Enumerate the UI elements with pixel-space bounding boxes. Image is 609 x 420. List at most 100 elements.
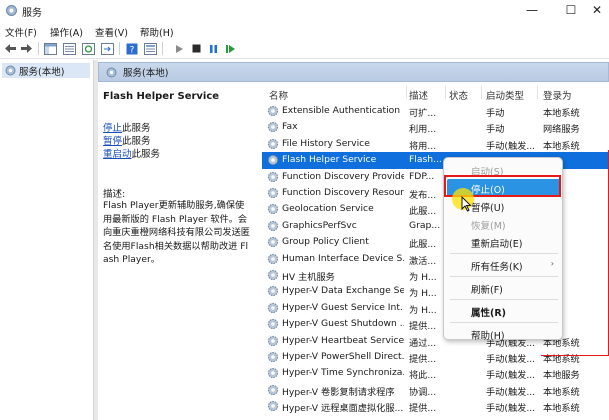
column-divider[interactable] [481,86,482,99]
close-button[interactable]: ✕ [583,0,609,22]
service-name: Function Discovery Provide... [282,170,404,182]
export-list-icon[interactable] [100,41,115,56]
properties-icon[interactable] [143,41,158,56]
tree-item-label: 服务(本地) [19,66,65,78]
service-gear-icon [267,122,279,133]
console-tree-icon[interactable] [43,41,58,56]
column-divider[interactable] [406,86,407,99]
service-gear-icon [267,138,279,149]
restart-service-link[interactable]: 重启动此服务 [103,146,160,160]
service-gear-icon [267,351,279,363]
service-description-short: 将此... [409,370,437,382]
context-menu-item[interactable]: 所有任务(K) › [444,256,564,274]
context-menu-item-label: 属性(R) [471,308,506,319]
service-name: Function Discovery Resour... [282,187,404,198]
table-row[interactable]: Hyper-V 远程桌面虚拟化服... 提供... 手动(触发... 本地系统 [262,398,609,414]
service-gear-icon [267,105,279,117]
minimize-button[interactable]: — [518,0,546,22]
context-menu-separator [450,299,558,300]
service-logon-as: 本地系统 [543,108,580,119]
back-icon[interactable] [3,41,18,56]
table-row[interactable]: Hyper-V PowerShell Direct... 提供... 手动(触发..… [262,349,609,365]
service-startup-type: 手动(触发... [486,140,536,152]
service-logon-as: 本地系统 [543,386,580,398]
service-gear-icon [267,237,279,248]
service-name: Geolocation Service [282,203,374,215]
service-description-short: 发布... [409,190,437,201]
context-menu-item-label: 所有任务(K) [471,262,523,273]
toolbar-divider [162,42,163,55]
service-name: Hyper-V 卷影复制请求程序 [282,386,395,398]
column-header-name[interactable]: 名称 [269,88,288,102]
service-description-short: 为 H... [409,272,437,283]
column-header-startup-type[interactable]: 启动类型 [486,88,524,102]
service-startup-type: 手动 [486,108,505,119]
service-gear-icon [267,204,279,215]
context-menu-item[interactable]: 属性(R) [444,302,564,320]
service-description-short: 为 H... [409,288,437,300]
service-gear-icon [267,302,279,313]
table-row[interactable]: Hyper-V Time Synchroniza... 将此... 手动(触发...… [262,365,609,381]
column-divider[interactable] [537,86,538,99]
list-view-icon[interactable] [62,41,77,56]
start-service-icon[interactable] [172,41,187,56]
service-gear-icon [267,384,279,395]
toolbar-divider [119,42,120,55]
service-gear-icon [267,368,279,379]
column-divider[interactable] [445,86,446,99]
table-row[interactable]: File History Service 将用... 手动(触发... 本地系统 [262,136,609,152]
pause-service-link[interactable]: 暂停此服务 [103,133,151,147]
table-row[interactable]: Fax 利用... 手动 网络服务 [262,119,609,135]
menu-file[interactable]: 文件(F) [5,25,37,39]
service-startup-type: 手动(触发... [486,370,536,382]
help-icon[interactable]: ? [124,41,139,56]
context-menu-item[interactable]: 重新启动(E) [444,233,564,251]
service-description-short: 提供... [409,321,437,333]
service-description-short: 激活... [409,255,437,267]
service-description-short: Flash... [409,154,442,166]
service-startup-type: 手动(触发... [486,386,536,398]
pause-service-icon[interactable] [206,41,221,56]
service-startup-type: 手动(触发... [486,403,536,415]
context-menu-item-label: 重新启动(E) [471,239,523,250]
forward-icon[interactable] [19,41,34,56]
service-gear-icon [267,319,279,330]
context-menu-item[interactable]: 刷新(F) [444,279,564,297]
service-gear-icon [267,253,279,264]
service-gear-icon [267,171,279,182]
service-name: GraphicsPerfSvc [282,219,357,231]
service-gear-icon [267,335,279,346]
context-menu-item[interactable]: 恢复(M) [444,215,564,233]
menu-action[interactable]: 操作(A) [50,25,83,39]
service-description-short: 可扩... [409,108,437,119]
submenu-arrow-icon: › [550,259,554,268]
maximize-button[interactable]: ☐ [557,0,585,22]
context-menu-separator [450,322,558,323]
panel-header: 服务(本地) [98,62,609,82]
restart-service-icon[interactable] [223,41,238,56]
table-row[interactable]: Hyper-V 卷影复制请求程序 协调... 手动(触发... 本地系统 [262,382,609,398]
service-name: Hyper-V Guest Service Int... [282,301,404,313]
stop-service-icon[interactable] [189,41,204,56]
service-description-short: 通过... [409,337,437,349]
context-menu-item[interactable]: 帮助(H) [444,325,564,343]
context-menu-item-label: 刷新(F) [471,285,503,296]
column-header-status[interactable]: 状态 [449,88,468,102]
service-gear-icon [267,401,279,412]
service-gear-icon [267,286,279,297]
tree-item-services-local[interactable]: 服务(本地) [2,63,90,78]
service-gear-icon [267,187,279,199]
stop-service-link[interactable]: 停止此服务 [103,120,151,134]
service-name: Hyper-V PowerShell Direct... [282,351,404,362]
menu-help[interactable]: 帮助(H) [140,25,174,39]
context-menu-item-label: 恢复(M) [471,221,506,232]
service-name: Hyper-V Guest Shutdown ... [282,318,404,330]
svg-text:?: ? [129,45,134,55]
service-details-pane: Flash Helper Service 停止此服务 暂停此服务 重启动此服务 … [98,83,260,420]
refresh-icon[interactable] [81,41,96,56]
column-header-logon-as[interactable]: 登录为 [543,88,572,102]
column-header-description[interactable]: 描述 [409,88,428,102]
table-row[interactable]: Extensible Authentication ... 可扩... 手动 本地系统 [262,103,609,119]
menu-view[interactable]: 查看(V) [95,25,128,39]
service-description-short: 提供... [409,403,437,415]
